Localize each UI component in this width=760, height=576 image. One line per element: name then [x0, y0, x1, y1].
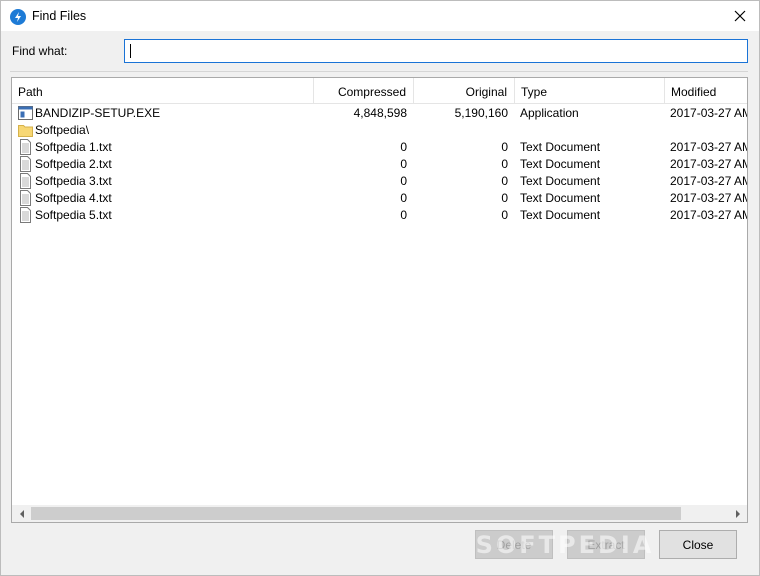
close-button[interactable]: Close: [659, 530, 737, 559]
row-modified: 2017-03-27 AM: [670, 140, 748, 154]
table-row[interactable]: BANDIZIP-SETUP.EXE 4,848,598 5,190,160 A…: [12, 104, 747, 121]
row-original: 0: [501, 191, 508, 205]
row-type: Text Document: [520, 140, 601, 154]
find-what-label: Find what:: [12, 44, 68, 58]
bandizip-app-icon: [10, 9, 26, 25]
separator: [10, 71, 748, 72]
row-original: 0: [501, 157, 508, 171]
row-type: Application: [520, 106, 579, 120]
extract-button[interactable]: Extract: [567, 530, 645, 559]
row-path: BANDIZIP-SETUP.EXE: [35, 106, 161, 120]
table-row[interactable]: Softpedia 1.txt 0 0 Text Document 2017-0…: [12, 138, 747, 155]
row-modified: 2017-03-27 AM: [670, 191, 748, 205]
close-button-label: Close: [682, 537, 714, 552]
folder-icon: [18, 125, 33, 137]
text-file-icon: [20, 173, 31, 189]
row-modified: 2017-03-27 AM: [670, 174, 748, 188]
row-type: Text Document: [520, 174, 601, 188]
close-window-icon[interactable]: [727, 3, 753, 29]
scroll-right-arrow-icon[interactable]: [729, 508, 746, 519]
row-path: Softpedia 3.txt: [35, 174, 112, 188]
table-row[interactable]: Softpedia 5.txt 0 0 Text Document 2017-0…: [12, 206, 747, 223]
row-path: Softpedia 4.txt: [35, 191, 112, 205]
column-header-label: Original: [465, 85, 507, 99]
row-compressed: 4,848,598: [353, 106, 407, 120]
text-file-icon: [20, 139, 31, 155]
table-row[interactable]: Softpedia 3.txt 0 0 Text Document 2017-0…: [12, 172, 747, 189]
list-header: Path Compressed Original Type Modified: [12, 78, 747, 104]
row-compressed: 0: [400, 208, 407, 222]
row-original: 5,190,160: [454, 106, 508, 120]
column-header-path[interactable]: Path: [12, 78, 314, 104]
column-header-type[interactable]: Type: [515, 78, 665, 104]
horizontal-scrollbar[interactable]: [12, 505, 747, 522]
column-header-label: Path: [18, 85, 43, 99]
extract-button-label: Extract: [587, 537, 625, 552]
row-type: Text Document: [520, 208, 601, 222]
row-compressed: 0: [400, 191, 407, 205]
row-original: 0: [501, 208, 508, 222]
text-file-icon: [20, 207, 31, 223]
row-modified: 2017-03-27 AM: [670, 157, 748, 171]
text-file-icon: [20, 190, 31, 206]
column-header-modified[interactable]: Modified: [665, 78, 747, 104]
column-header-label: Modified: [671, 85, 717, 99]
window-title: Find Files: [32, 9, 87, 23]
table-row[interactable]: Softpedia 4.txt 0 0 Text Document 2017-0…: [12, 189, 747, 206]
row-original: 0: [501, 174, 508, 188]
scroll-left-arrow-icon[interactable]: [13, 508, 30, 519]
row-compressed: 0: [400, 157, 407, 171]
column-header-label: Type: [521, 85, 548, 99]
text-file-icon: [20, 156, 31, 172]
scrollbar-thumb[interactable]: [31, 507, 681, 520]
row-modified: 2017-03-27 AM: [670, 106, 748, 120]
row-type: Text Document: [520, 157, 601, 171]
row-path: Softpedia 1.txt: [35, 140, 112, 154]
row-original: 0: [501, 140, 508, 154]
column-header-original[interactable]: Original: [414, 78, 515, 104]
find-what-input[interactable]: [124, 39, 748, 63]
table-row[interactable]: Softpedia 2.txt 0 0 Text Document 2017-0…: [12, 155, 747, 172]
row-compressed: 0: [400, 140, 407, 154]
delete-button[interactable]: Delete: [475, 530, 553, 559]
column-header-label: Compressed: [337, 85, 406, 99]
exe-file-icon: [18, 106, 33, 120]
column-header-compressed[interactable]: Compressed: [314, 78, 414, 104]
text-caret: [130, 44, 131, 58]
row-path: Softpedia\: [35, 123, 90, 137]
row-path: Softpedia 2.txt: [35, 157, 112, 171]
row-path: Softpedia 5.txt: [35, 208, 112, 222]
row-modified: 2017-03-27 AM: [670, 208, 748, 222]
table-row[interactable]: Softpedia\: [12, 121, 747, 138]
row-type: Text Document: [520, 191, 601, 205]
title-bar: Find Files: [0, 0, 760, 31]
delete-button-label: Delete: [496, 537, 532, 552]
row-compressed: 0: [400, 174, 407, 188]
file-list[interactable]: Path Compressed Original Type Modified B…: [11, 77, 748, 523]
